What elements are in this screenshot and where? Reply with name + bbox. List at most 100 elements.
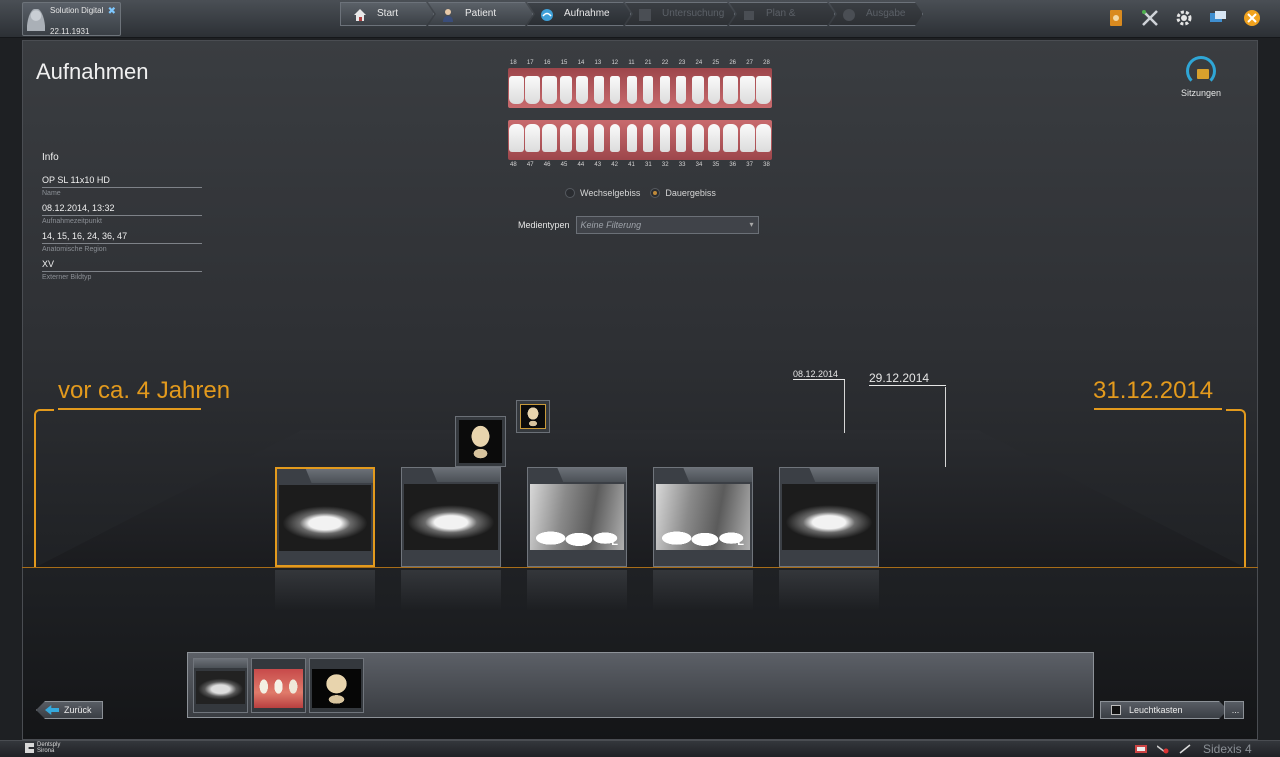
timeline-image-card-4[interactable]: L — [653, 467, 753, 567]
top-bar: Solution Digital 22.11.1931 ✖ Start Pati… — [0, 0, 1280, 38]
tools-icon[interactable] — [1140, 8, 1160, 28]
tooth[interactable] — [756, 76, 772, 104]
sessions-icon — [1186, 56, 1216, 86]
lower-tooth-numbers: 48 47 46 45 44 43 42 41 31 32 33 34 35 36 37 38 — [508, 162, 772, 168]
gear-icon[interactable] — [1174, 8, 1194, 28]
card-reflection — [275, 570, 375, 610]
strip-item-skull[interactable] — [309, 658, 364, 713]
pen-icon[interactable] — [1179, 744, 1191, 754]
info-heading: Info — [42, 152, 59, 163]
intraoral-photo-image — [254, 669, 303, 708]
tooth[interactable] — [593, 76, 604, 104]
workflow-step-label: Ausgabe — [866, 8, 906, 19]
tooth[interactable] — [659, 124, 670, 152]
workflow-step-patient[interactable]: Patient — [428, 2, 533, 26]
workflow-step-aufnahme[interactable]: Aufnahme — [527, 2, 631, 26]
home-icon — [353, 8, 367, 22]
device-disconnected-icon[interactable] — [1157, 744, 1169, 754]
side-marker: L — [737, 536, 744, 548]
tooth[interactable] — [541, 124, 557, 152]
tooth-number: 36 — [729, 162, 737, 168]
plan-icon — [742, 8, 756, 22]
back-button[interactable]: Zurück — [36, 701, 103, 719]
tooth-number: 41 — [628, 162, 635, 168]
workflow-step-label: Aufnahme — [564, 8, 610, 19]
tooth[interactable] — [723, 124, 739, 152]
patient-avatar-icon — [27, 9, 45, 31]
tooth-number: 18 — [510, 60, 517, 66]
info-field-name: OP SL 11x10 HD Name — [42, 175, 202, 197]
tooth[interactable] — [739, 76, 755, 104]
workflow-step-start[interactable]: Start — [340, 2, 434, 26]
selection-strip[interactable] — [187, 652, 1094, 718]
tooth[interactable] — [739, 124, 755, 152]
tooth[interactable] — [756, 124, 772, 152]
tooth[interactable] — [626, 76, 637, 104]
tooth[interactable] — [691, 76, 704, 104]
patient-dob: 22.11.1931 — [50, 27, 90, 36]
tooth[interactable] — [525, 76, 541, 104]
bitewing-xray-image: L — [530, 484, 624, 550]
lower-jaw[interactable] — [508, 120, 772, 160]
tooth[interactable] — [691, 124, 704, 152]
toolbar-icons — [1106, 8, 1262, 28]
strip-item-panoramic[interactable] — [193, 658, 248, 713]
tooth[interactable] — [525, 124, 541, 152]
tooth[interactable] — [576, 76, 589, 104]
timeline-right-bracket[interactable] — [1226, 409, 1246, 567]
tooth[interactable] — [576, 124, 589, 152]
link-icon[interactable]: ✖ — [108, 6, 116, 17]
tooth[interactable] — [708, 124, 721, 152]
tooth[interactable] — [610, 76, 621, 104]
tooth[interactable] — [610, 124, 621, 152]
tooth[interactable] — [626, 124, 637, 152]
card-tab — [654, 468, 752, 482]
tooth[interactable] — [559, 76, 572, 104]
card-reflection — [401, 570, 501, 610]
tooth[interactable] — [676, 76, 687, 104]
tooth[interactable] — [723, 76, 739, 104]
book-icon[interactable] — [1106, 8, 1126, 28]
media-filter-select[interactable]: Keine Filterung — [575, 216, 759, 234]
info-field-type: XV Externer Bildtyp — [42, 259, 202, 281]
patient-card[interactable]: Solution Digital 22.11.1931 ✖ — [22, 2, 121, 36]
keyboard-icon[interactable] — [1135, 744, 1147, 754]
lightbox-button[interactable]: Leuchtkasten — [1100, 701, 1228, 719]
tooth[interactable] — [643, 124, 654, 152]
timeline-image-card-5[interactable] — [779, 467, 879, 567]
tooth-number: 16 — [543, 60, 551, 66]
tooth[interactable] — [508, 124, 524, 152]
timeline-left-bracket[interactable] — [34, 409, 54, 567]
more-button[interactable]: ... — [1224, 701, 1244, 719]
radio-wechselgebiss[interactable]: Wechselgebiss — [565, 188, 640, 198]
info-panel: Info OP SL 11x10 HD Name 08.12.2014, 13:… — [42, 152, 202, 287]
radio-dauergebiss[interactable]: Dauergebiss — [650, 188, 716, 198]
tooth[interactable] — [676, 124, 687, 152]
status-bar: Dentsply Sirona Sidexis 4 — [0, 740, 1280, 757]
tooth[interactable] — [559, 124, 572, 152]
tooth[interactable] — [659, 76, 670, 104]
xray-skull-image — [312, 669, 361, 708]
tooth-number: 35 — [712, 162, 720, 168]
tooth[interactable] — [508, 76, 524, 104]
close-icon[interactable] — [1242, 8, 1262, 28]
card-reflection — [779, 570, 879, 610]
acquisition-icon — [540, 8, 554, 22]
timeline-image-card-1[interactable] — [275, 467, 375, 567]
person-icon — [441, 8, 455, 22]
timeline-image-skull-front[interactable] — [455, 416, 506, 467]
strip-item-photo[interactable] — [251, 658, 306, 713]
tooth-number: 28 — [763, 60, 770, 66]
tooth[interactable] — [541, 76, 557, 104]
timeline-image-skull-small[interactable] — [516, 400, 550, 433]
upper-jaw[interactable] — [508, 68, 772, 108]
timeline-image-card-3[interactable]: L — [527, 467, 627, 567]
sessions-button[interactable]: Sitzungen — [1176, 56, 1226, 98]
tooth[interactable] — [593, 124, 604, 152]
tooth[interactable] — [643, 76, 654, 104]
tooth-chart[interactable]: 18 17 16 15 14 13 12 11 21 22 23 24 25 26 27 28 48 47 46 4… — [508, 60, 772, 168]
monitor-icon[interactable] — [1208, 8, 1228, 28]
tooth[interactable] — [708, 76, 721, 104]
timeline-image-card-2[interactable] — [401, 467, 501, 567]
xray-skull-image — [520, 404, 546, 429]
